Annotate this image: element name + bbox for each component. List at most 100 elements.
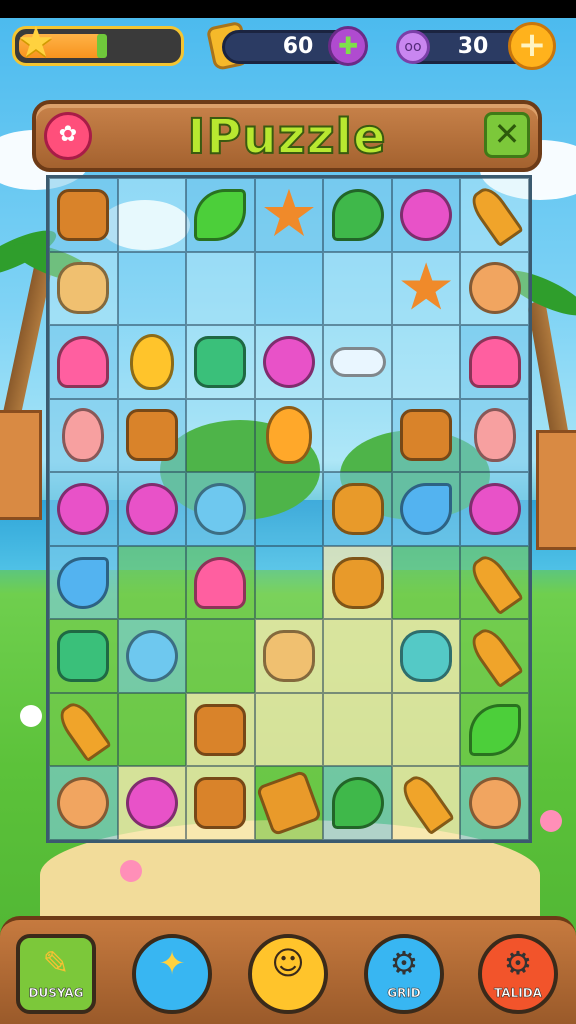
grid-cell[interactable] (49, 398, 118, 473)
grid-cell[interactable] (323, 178, 392, 252)
pepper-piece-icon[interactable] (331, 188, 384, 241)
settings-button[interactable]: ⚙ GRID (364, 934, 444, 1014)
leaf-piece-icon[interactable] (468, 703, 521, 756)
grid-cell[interactable] (254, 325, 324, 399)
orange-balloon-piece-icon[interactable] (265, 406, 312, 465)
grid-cell[interactable] (460, 766, 529, 840)
egg-piece-icon[interactable] (62, 408, 105, 463)
grid-cell[interactable] (117, 325, 187, 399)
grid-cell[interactable] (186, 619, 255, 693)
carrot-piece-icon[interactable] (54, 697, 113, 763)
grid-cell[interactable] (117, 472, 187, 546)
grid-cell[interactable] (49, 472, 118, 546)
drop-piece-icon[interactable] (57, 556, 110, 609)
grid-cell[interactable] (49, 251, 118, 326)
elephant-piece-icon[interactable] (262, 335, 315, 388)
grid-cell[interactable] (460, 619, 529, 693)
grid-cell[interactable] (460, 178, 529, 252)
monkey-piece-icon[interactable] (400, 409, 453, 462)
girl-piece-icon[interactable] (468, 777, 521, 830)
grid-cell[interactable] (254, 178, 324, 252)
grid-cell[interactable] (49, 545, 118, 620)
grid-cell[interactable] (254, 766, 324, 840)
frog-piece-icon[interactable] (57, 630, 110, 683)
elephant-piece-icon[interactable] (57, 482, 110, 535)
blob-piece-icon[interactable] (125, 630, 178, 683)
grid-cell[interactable] (117, 398, 187, 473)
balloon-piece-icon[interactable] (129, 333, 174, 390)
grid-cell[interactable] (460, 692, 529, 767)
grid-cell[interactable] (391, 692, 461, 767)
grid-cell[interactable] (391, 398, 461, 473)
girl-piece-icon[interactable] (468, 262, 521, 315)
grid-cell[interactable] (49, 325, 118, 399)
grid-cell[interactable] (49, 692, 118, 767)
grid-cell[interactable] (254, 472, 324, 546)
toad-piece-icon[interactable] (331, 482, 384, 535)
grid-cell[interactable] (460, 472, 529, 546)
carrot-piece-icon[interactable] (465, 182, 524, 248)
grid-cell[interactable] (460, 251, 529, 326)
grid-cell[interactable] (460, 398, 529, 473)
grid-cell[interactable] (323, 619, 392, 693)
monkey-piece-icon[interactable] (194, 777, 247, 830)
elephant-piece-icon[interactable] (125, 482, 178, 535)
blob-piece-icon[interactable] (194, 482, 247, 535)
grid-cell[interactable] (460, 325, 529, 399)
leaf-piece-icon[interactable] (194, 188, 247, 241)
grid-cell[interactable] (186, 545, 255, 620)
grid-cell[interactable] (254, 398, 324, 473)
egg-piece-icon[interactable] (473, 408, 516, 463)
grid-cell[interactable] (49, 766, 118, 840)
grid-cell[interactable] (323, 398, 392, 473)
grid-cell[interactable] (391, 251, 461, 326)
grid-cell[interactable] (117, 178, 187, 252)
monkey-piece-icon[interactable] (194, 703, 247, 756)
grid-cell[interactable] (391, 545, 461, 620)
monkey-piece-icon[interactable] (125, 409, 178, 462)
elephant-piece-icon[interactable] (468, 482, 521, 535)
cloud-piece-icon[interactable] (329, 346, 386, 377)
grid-cell[interactable] (186, 251, 255, 326)
mushroom-piece-icon[interactable] (57, 335, 110, 388)
jar-piece-icon[interactable] (255, 769, 323, 837)
grid-cell[interactable] (186, 692, 255, 767)
hint-button[interactable]: ✦ (132, 934, 212, 1014)
grid-cell[interactable] (49, 178, 118, 252)
grid-cell[interactable] (117, 251, 187, 326)
grid-cell[interactable] (323, 325, 392, 399)
grid-cell[interactable] (186, 472, 255, 546)
slug-piece-icon[interactable] (400, 630, 453, 683)
grid-cell[interactable] (323, 251, 392, 326)
grid-cell[interactable] (323, 545, 392, 620)
grid-cell[interactable] (391, 766, 461, 840)
grid-cell[interactable] (117, 545, 187, 620)
elephant-piece-icon[interactable] (400, 188, 453, 241)
monkey-piece-icon[interactable] (57, 188, 110, 241)
pet-button[interactable]: ☺ (248, 934, 328, 1014)
mushroom-piece-icon[interactable] (468, 335, 521, 388)
grid-cell[interactable] (323, 692, 392, 767)
add-currency-button[interactable]: + (508, 22, 556, 70)
grid-cell[interactable] (254, 251, 324, 326)
star-piece-icon[interactable] (401, 262, 452, 310)
grid-cell[interactable] (254, 619, 324, 693)
grid-cell[interactable] (117, 692, 187, 767)
star-piece-icon[interactable] (264, 188, 314, 237)
bunny-piece-icon[interactable] (262, 630, 315, 683)
grid-cell[interactable] (254, 692, 324, 767)
grid-cell[interactable] (49, 619, 118, 693)
tools-button[interactable]: ⚙ TALIDA (478, 934, 558, 1014)
grid-cell[interactable] (186, 766, 255, 840)
carrot-piece-icon[interactable] (465, 623, 524, 689)
drop-piece-icon[interactable] (400, 482, 453, 535)
carrot-piece-icon[interactable] (465, 550, 524, 615)
toad-piece-icon[interactable] (331, 556, 384, 609)
grid-cell[interactable] (186, 325, 255, 399)
grid-cell[interactable] (460, 545, 529, 620)
frog-piece-icon[interactable] (194, 335, 247, 388)
elephant-piece-icon[interactable] (125, 777, 178, 830)
grid-cell[interactable] (323, 472, 392, 546)
close-button[interactable]: ✕ (484, 112, 530, 158)
grid-cell[interactable] (117, 619, 187, 693)
